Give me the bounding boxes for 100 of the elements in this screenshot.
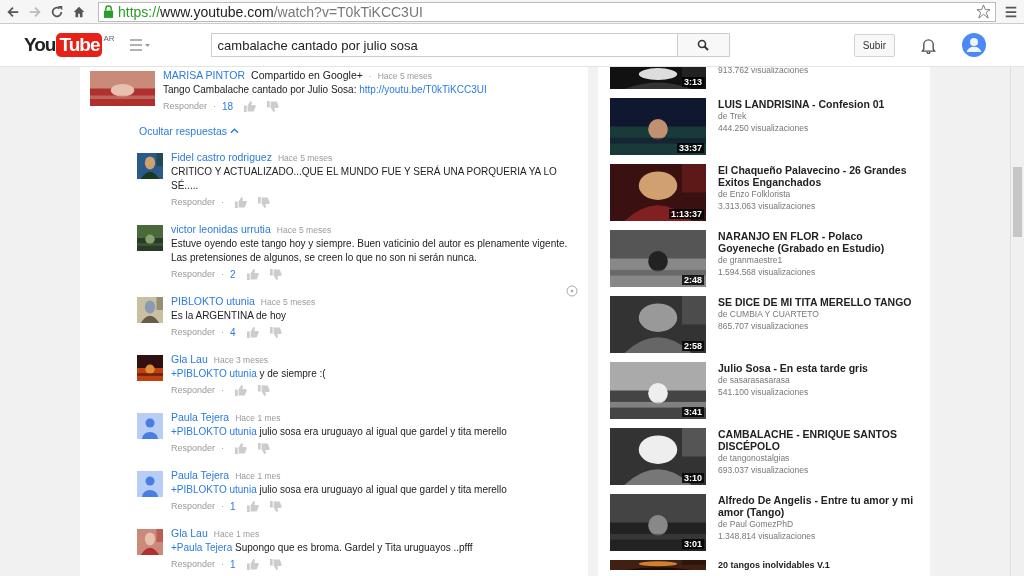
channel-name: de granmaestre1 (718, 255, 784, 266)
like-count: 1 (230, 558, 236, 570)
thumbs-up-icon[interactable] (245, 499, 259, 513)
video-title[interactable]: CAMBALACHE - ENRIQUE SANTOS DISCÉPOLO (718, 428, 920, 452)
video-title[interactable]: SE DICE DE MI TITA MERELLO TANGO (718, 296, 912, 308)
hide-replies-link[interactable]: Ocultar respuestas (139, 125, 578, 137)
search-icon (697, 39, 710, 51)
thumbs-up-icon[interactable] (234, 441, 248, 455)
video-title[interactable]: 20 tangos inolvidables V.1 (718, 560, 830, 570)
author-name[interactable]: Gla Lau (171, 527, 208, 539)
thumbs-down-icon[interactable] (268, 557, 282, 571)
menu-icon[interactable] (1004, 4, 1018, 19)
channel-name: de Trek (718, 111, 748, 122)
scrollbar-thumb[interactable] (1013, 167, 1022, 237)
separator-dot: · (221, 501, 225, 511)
lock-icon (103, 5, 114, 18)
comment-time[interactable]: Hace 5 meses (260, 297, 316, 307)
comment-link[interactable]: http://youtu.be/T0kTiKCC3UI (359, 84, 487, 95)
view-count: 693.037 visualizaciones (718, 465, 810, 476)
options-icon[interactable] (566, 285, 578, 297)
star-icon[interactable] (976, 4, 991, 19)
view-count: 541.100 visualizaciones (718, 387, 810, 398)
default-avatar-icon (137, 471, 163, 497)
separator-dot: · (221, 197, 225, 207)
video-duration: 3:13 (682, 77, 704, 87)
separator-dot: · (221, 443, 225, 453)
home-icon[interactable] (72, 4, 86, 19)
back-icon[interactable] (6, 4, 20, 19)
video-title[interactable]: Alfredo De Angelis - Entre tu amor y mi amor (Tango) (718, 494, 920, 518)
comment-time[interactable]: Hace 5 meses (276, 225, 332, 235)
reply-link[interactable]: Responder (171, 501, 216, 511)
thumbs-up-icon[interactable] (245, 267, 259, 281)
video-duration: 3:01 (682, 539, 704, 549)
author-name[interactable]: Fidel castro rodriguez (171, 151, 272, 163)
video-title[interactable]: NARANJO EN FLOR - Polaco Goyeneche (Grabado en Estudio) (718, 230, 920, 254)
avatar-icon[interactable] (962, 33, 986, 57)
reply-link[interactable]: Responder (171, 197, 216, 207)
video-title[interactable]: Julio Sosa - En esta tarde gris (718, 362, 868, 374)
channel-name: de Paul GomezPhD (718, 519, 795, 530)
thumbs-down-icon[interactable] (268, 499, 282, 513)
channel-name: de tangonostalgias (718, 453, 791, 464)
separator-dot: · (221, 559, 225, 569)
search-field[interactable]: cambalache cantado por julio sosa (210, 33, 678, 57)
reply-link[interactable]: Responder (171, 559, 216, 569)
comment-time[interactable]: Hace 1 mes (213, 529, 260, 539)
thumbs-up-icon[interactable] (245, 557, 259, 571)
author-name[interactable]: PIBLOKTO utunia (171, 295, 255, 307)
thumbs-down-icon[interactable] (257, 383, 271, 397)
author-name[interactable]: MARISA PINTOR (163, 69, 246, 81)
thumbs-down-icon[interactable] (268, 267, 282, 281)
thumbs-down-icon[interactable] (268, 325, 282, 339)
view-count: 865.707 visualizaciones (718, 321, 810, 332)
address-bar[interactable]: https://www.youtube.com/watch?v=T0kTiKCC3UI (98, 1, 996, 22)
like-count: 18 (222, 100, 234, 112)
comment-text: Es la ARGENTINA de hoy (171, 309, 288, 323)
comment-text: CRITICO Y ACTUALIZADO...QUE EL MUNDO FUE Y SERÁ UNA PORQUERIA YA LO SÉ..... (171, 165, 558, 193)
thumbs-down-icon[interactable] (257, 441, 271, 455)
thumbs-up-icon[interactable] (245, 325, 259, 339)
forward-icon[interactable] (28, 4, 42, 19)
view-count: 1.348.814 visualizaciones (718, 531, 817, 542)
comment-text: +PIBLOKTO utunia julio sosa era uruguayo al igual que gardel y tita merello (171, 425, 507, 439)
comment-text: +Paula Tejera Supongo que es broma. Gardel y Tita uruguayos ..pfff (171, 541, 473, 555)
upload-button[interactable]: Subir (853, 33, 895, 57)
comment-time[interactable]: Hace 1 mes (235, 413, 281, 423)
video-duration: 33:37 (676, 143, 704, 153)
search-button[interactable] (677, 33, 730, 57)
thumbs-down-icon[interactable] (257, 195, 271, 209)
video-duration: 3:41 (682, 407, 704, 417)
mention-link[interactable]: +Paula Tejera (171, 542, 233, 553)
reply-link[interactable]: Responder (171, 327, 216, 337)
thumbs-up-icon[interactable] (234, 195, 248, 209)
reply-link[interactable]: Responder (171, 269, 216, 279)
separator-dot: · (221, 385, 225, 395)
author-name[interactable]: Gla Lau (171, 353, 208, 365)
author-name[interactable]: Paula Tejera (171, 411, 230, 423)
author-name[interactable]: victor leonidas urrutia (171, 223, 271, 235)
like-count: 1 (230, 500, 236, 512)
author-name[interactable]: Paula Tejera (171, 469, 230, 481)
comment-time[interactable]: Hace 5 meses (377, 71, 433, 81)
reply-link[interactable]: Responder (171, 385, 216, 395)
like-count: 4 (230, 326, 236, 338)
thumbs-down-icon[interactable] (266, 99, 280, 113)
thumbs-up-icon[interactable] (234, 383, 248, 397)
reply-link[interactable]: Responder (163, 101, 208, 111)
view-count: 913.762 visualizaciones (718, 67, 809, 76)
comment-time[interactable]: Hace 1 mes (235, 471, 281, 481)
video-title[interactable]: El Chaqueño Palavecino - 26 Grandes Exitos Enganchados (718, 164, 920, 188)
mention-link[interactable]: +PIBLOKTO utunia (171, 426, 257, 437)
channel-name: de CUMBIA Y CUARTETO (718, 309, 820, 320)
comment-text: +PIBLOKTO utunia y de siempre :( (171, 367, 326, 381)
reply-link[interactable]: Responder (171, 443, 216, 453)
thumbs-up-icon[interactable] (243, 99, 257, 113)
bell-icon[interactable] (921, 36, 936, 54)
reload-icon[interactable] (50, 4, 64, 19)
separator-dot: · (221, 327, 225, 337)
mention-link[interactable]: +PIBLOKTO utunia (171, 368, 257, 379)
mention-link[interactable]: +PIBLOKTO utunia (171, 484, 257, 495)
comment-time[interactable]: Hace 3 meses (213, 355, 269, 365)
video-title[interactable]: LUIS LANDRISINA - Confesion 01 (718, 98, 885, 110)
comment-time[interactable]: Hace 5 meses (277, 153, 333, 163)
